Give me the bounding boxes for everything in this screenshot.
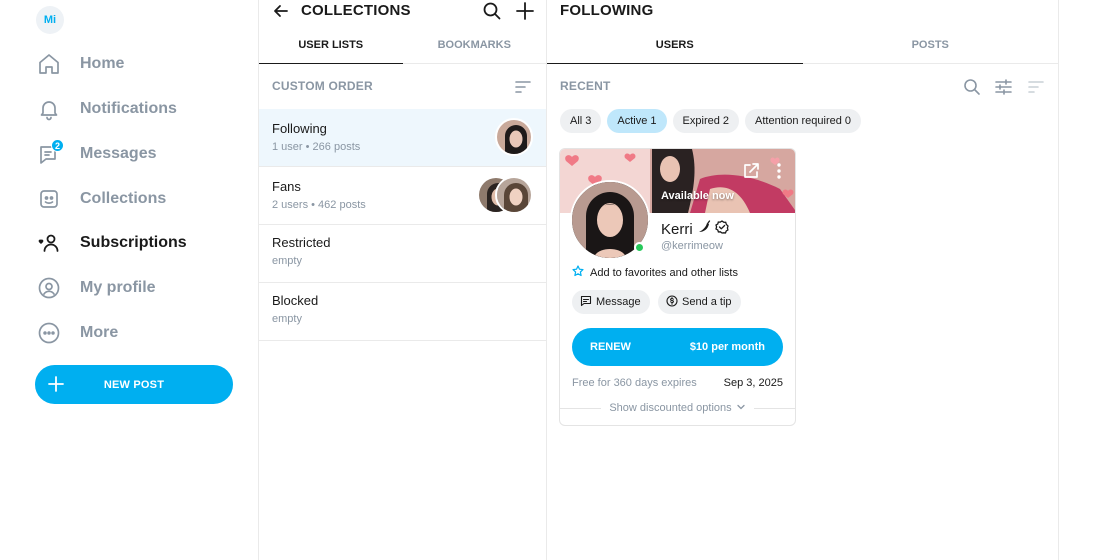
show-discounted-options-toggle[interactable]: Show discounted options [601, 402, 753, 414]
following-tabs: USERS POSTS [547, 32, 1058, 64]
list-meta: empty [272, 313, 302, 325]
expiry-date: Sep 3, 2025 [723, 377, 783, 389]
sidebar-item-label: Collections [80, 190, 167, 207]
following-panel: FOLLOWING USERS POSTS RECENT All 3 Activ… [547, 0, 1059, 560]
subscription-terms: Free for 360 days expires [572, 377, 697, 389]
list-item-restricted[interactable]: Restricted empty [259, 225, 546, 283]
renew-label: RENEW [590, 341, 631, 353]
message-button[interactable]: Message [572, 290, 650, 314]
following-title: FOLLOWING [560, 2, 654, 19]
collections-tabs: USER LISTS BOOKMARKS [259, 32, 546, 64]
sidebar-item-collections[interactable]: Collections [36, 184, 166, 214]
star-icon [572, 265, 584, 280]
discount-label: Show discounted options [609, 402, 732, 414]
verified-icon [714, 220, 729, 238]
list-meta: 2 users • 462 posts [272, 199, 366, 211]
custom-order-label: CUSTOM ORDER [272, 79, 373, 93]
favorites-label: Add to favorites and other lists [590, 266, 738, 279]
chip-active[interactable]: Active 1 [607, 109, 667, 133]
sidebar-item-label: More [80, 324, 119, 341]
share-icon[interactable] [741, 161, 761, 181]
new-post-button[interactable]: NEW POST [35, 365, 233, 404]
search-icon[interactable] [963, 78, 981, 101]
message-icon [580, 295, 592, 310]
chip-all[interactable]: All 3 [560, 109, 602, 133]
plus-icon [45, 373, 67, 395]
collections-panel: COLLECTIONS USER LISTS BOOKMARKS CUSTOM … [258, 0, 547, 560]
messages-badge: 2 [51, 139, 64, 152]
list-name: Following [272, 121, 327, 136]
sidebar-item-label: Subscriptions [80, 234, 187, 251]
divider [753, 407, 795, 409]
sidebar-item-label: Notifications [80, 100, 177, 117]
recent-label: RECENT [560, 79, 611, 93]
list-item-blocked[interactable]: Blocked empty [259, 283, 546, 341]
filter-chips: All 3 Active 1 Expired 2 Attention requi… [560, 109, 862, 133]
sidebar-item-notifications[interactable]: Notifications [36, 94, 177, 124]
tab-posts[interactable]: POSTS [803, 32, 1059, 63]
list-name: Restricted [272, 235, 331, 250]
list-name: Blocked [272, 293, 319, 308]
dollar-circle-icon [666, 294, 678, 310]
user-avatar[interactable]: Mi [36, 6, 64, 34]
tip-label: Send a tip [682, 296, 732, 308]
discount-options: Show discounted options [560, 400, 795, 416]
send-tip-button[interactable]: Send a tip [658, 290, 741, 314]
tab-user-lists[interactable]: USER LISTS [259, 32, 403, 64]
chevron-down-icon [736, 402, 746, 414]
chat-icon: 2 [36, 139, 64, 167]
sidebar-item-home[interactable]: Home [36, 49, 124, 79]
list-thumbnail [495, 118, 533, 156]
list-item-following[interactable]: Following 1 user • 266 posts [259, 109, 546, 167]
collections-icon [36, 186, 62, 212]
pepper-icon [697, 220, 711, 238]
message-label: Message [596, 296, 641, 308]
sidebar-item-label: Home [80, 55, 125, 72]
sidebar-item-subscriptions[interactable]: Subscriptions [36, 228, 187, 258]
profile-name[interactable]: Kerri [661, 220, 729, 238]
tab-users[interactable]: USERS [547, 32, 803, 64]
online-indicator [634, 242, 645, 253]
bell-icon [36, 96, 62, 122]
sort-icon[interactable] [1028, 80, 1044, 99]
subscriptions-icon [36, 230, 62, 256]
sidebar-item-label: My profile [80, 279, 156, 296]
back-arrow-icon[interactable] [271, 1, 291, 21]
list-meta: 1 user • 266 posts [272, 141, 361, 153]
home-icon [36, 51, 62, 77]
sidebar-item-my-profile[interactable]: My profile [36, 273, 156, 303]
list-thumbnail [495, 176, 533, 214]
divider [560, 407, 602, 409]
sidebar-item-more[interactable]: More [36, 318, 118, 348]
filter-settings-icon[interactable] [995, 79, 1012, 100]
price-label: $10 per month [689, 341, 765, 353]
more-options-icon[interactable] [771, 161, 787, 181]
search-icon[interactable] [482, 1, 502, 21]
sidebar-item-messages[interactable]: 2 Messages [36, 139, 157, 169]
availability-status: Available now [661, 190, 734, 202]
add-to-favorites-link[interactable]: Add to favorites and other lists [572, 265, 738, 280]
username: Kerri [661, 220, 693, 238]
chip-attention-required[interactable]: Attention required 0 [745, 109, 862, 133]
collections-header: COLLECTIONS [259, 0, 546, 22]
subscription-card: Available now Kerri @kerrimeow Add to fa… [559, 148, 796, 426]
sort-icon[interactable] [515, 80, 531, 99]
renew-button[interactable]: RENEW $10 per month [572, 328, 783, 366]
list-item-fans[interactable]: Fans 2 users • 462 posts [259, 167, 546, 225]
chip-expired[interactable]: Expired 2 [672, 109, 740, 133]
add-icon[interactable] [514, 0, 536, 22]
tab-bookmarks[interactable]: BOOKMARKS [403, 32, 547, 63]
more-icon [36, 320, 62, 346]
page-title: COLLECTIONS [301, 2, 411, 19]
list-meta: empty [272, 255, 302, 267]
sidebar-nav: Mi Home Notifications 2 Messages Collect… [0, 0, 258, 560]
profile-icon [36, 275, 62, 301]
list-name: Fans [272, 179, 301, 194]
user-handle[interactable]: @kerrimeow [661, 240, 723, 252]
sidebar-item-label: Messages [80, 145, 157, 162]
